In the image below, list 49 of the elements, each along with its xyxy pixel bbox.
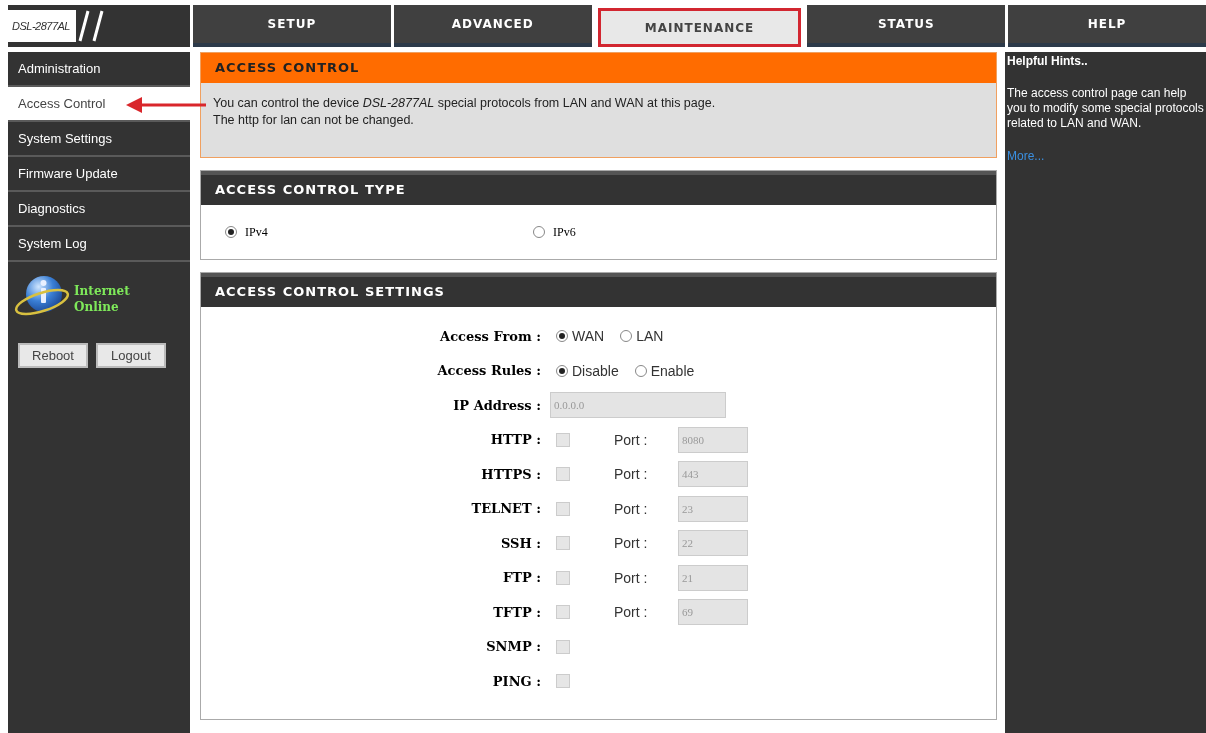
radio-label: LAN xyxy=(636,328,664,345)
logo-text: DSL-2877AL xyxy=(8,10,76,42)
radio-label: Enable xyxy=(650,362,695,379)
status-text: Internet xyxy=(74,282,130,299)
status-text: Online xyxy=(74,298,120,315)
side-button[interactable]: Logout xyxy=(96,343,166,368)
radio-label: IPv6 xyxy=(553,224,576,240)
side-button[interactable]: Reboot xyxy=(18,343,88,368)
hints-text: The access control page can help you to modify some special protocols related to LAN and WAN. xyxy=(1007,86,1205,131)
section-header: ACCESS CONTROL SETTINGS xyxy=(201,273,996,307)
radio-button[interactable] xyxy=(634,364,647,377)
radio-button[interactable] xyxy=(225,226,237,238)
field-label: IP Address : xyxy=(452,396,541,415)
field-label: SNMP : xyxy=(485,638,541,657)
radio-button[interactable] xyxy=(533,226,545,238)
nav-tab[interactable]: MAINTENANCE xyxy=(597,8,802,47)
hints-title: Helpful Hints.. xyxy=(1007,54,1089,68)
port-label: Port : xyxy=(614,500,649,517)
radio-button[interactable] xyxy=(620,330,633,343)
radio-button[interactable] xyxy=(556,364,568,377)
port-label: Port : xyxy=(614,466,649,483)
port-label: Port : xyxy=(614,431,649,448)
field-label: FTP : xyxy=(502,569,541,588)
radio-label: Disable xyxy=(572,362,619,379)
radio-label: IPv4 xyxy=(245,224,268,240)
nav-tab[interactable]: HELP xyxy=(1008,5,1206,47)
port-label: Port : xyxy=(614,569,649,586)
nav-tab[interactable]: ADVANCED xyxy=(393,5,592,47)
intro-text: You can control the device DSL-2877AL special protocols from LAN and WAN at this page. xyxy=(213,95,717,112)
sidebar-item[interactable]: Access Control xyxy=(8,87,190,122)
field-label: Access From : xyxy=(439,327,541,346)
nav-tab[interactable]: STATUS xyxy=(807,5,1006,47)
field-label: TFTP : xyxy=(492,603,541,622)
intro-text: The http for lan can not be changed. xyxy=(213,112,415,129)
field-label: Access Rules : xyxy=(436,362,541,381)
field-label: HTTP : xyxy=(489,431,541,450)
radio-label: WAN xyxy=(572,328,605,345)
radio-button[interactable] xyxy=(556,330,568,343)
section-header: ACCESS CONTROL TYPE xyxy=(201,171,996,205)
nav-tab[interactable]: SETUP xyxy=(193,5,391,47)
port-label: Port : xyxy=(614,535,649,552)
field-label: TELNET : xyxy=(470,500,541,519)
more-link[interactable]: More... xyxy=(1007,149,1045,163)
field-label: HTTPS : xyxy=(480,465,541,484)
field-label: SSH : xyxy=(499,534,541,553)
slash-icon xyxy=(76,9,106,43)
port-label: Port : xyxy=(614,604,649,621)
field-label: PING : xyxy=(491,672,541,691)
section-header: ACCESS CONTROL xyxy=(201,53,996,83)
